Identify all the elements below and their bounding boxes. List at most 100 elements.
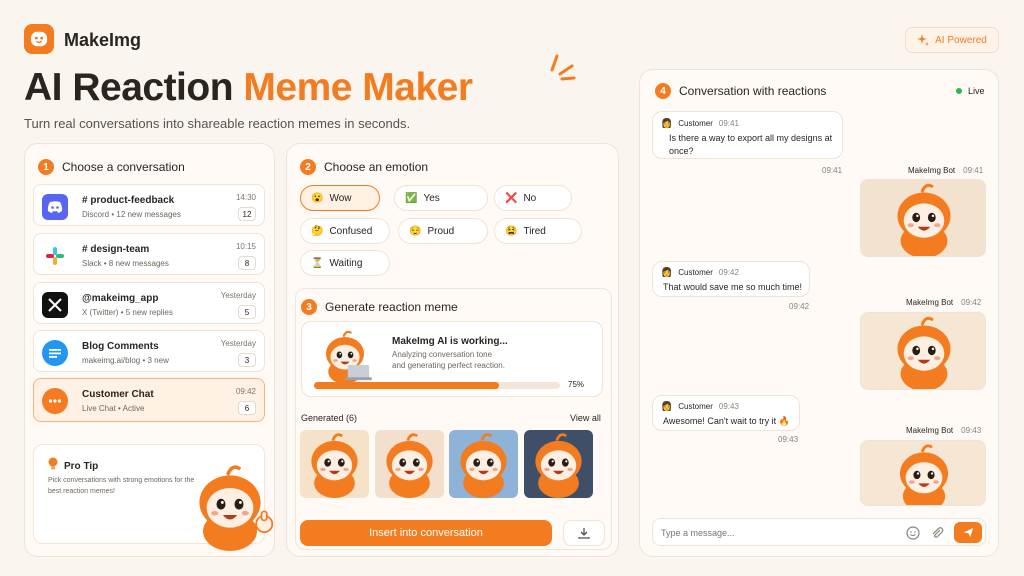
step4-heading: 4 Conversation with reactions <box>655 83 826 99</box>
conversation-meta: makeimg.ai/blog • 3 new <box>82 356 169 365</box>
conversation-count-badge: 8 <box>238 256 256 270</box>
emotion-proud[interactable]: 😌 Proud <box>398 218 488 244</box>
bot-meme-reaction-3[interactable] <box>860 440 986 506</box>
sender-name: Customer <box>678 402 713 411</box>
lightbulb-icon <box>48 457 58 476</box>
mascot-thumbs-meme <box>898 444 950 505</box>
generate-section: 3 Generate reaction meme MakeImg AI is w… <box>295 288 612 550</box>
hourglass-emoji-icon: ⏳ <box>311 257 324 269</box>
live-status: Live <box>956 86 985 96</box>
ai-powered-label: AI Powered <box>935 34 987 46</box>
emoji-icon[interactable] <box>906 526 920 545</box>
step4-title: Conversation with reactions <box>679 84 827 98</box>
mascot-wow-meme <box>895 183 953 256</box>
conversation-count-badge: 12 <box>238 207 256 221</box>
step3-title: Generate reaction meme <box>325 300 458 314</box>
pro-tip-heading: Pro Tip <box>48 457 98 476</box>
tired-emoji-icon: 😫 <box>505 225 518 237</box>
step1-number: 1 <box>38 159 54 175</box>
bot-name: MakeImg Bot <box>906 426 954 435</box>
message-input-bar <box>652 518 986 546</box>
message-read-time: 09:43 <box>778 435 799 444</box>
conversation-item-blog-comments[interactable]: Blog Comments makeimg.ai/blog • 3 new Ye… <box>33 330 265 372</box>
message-header: 👩 Customer 09:42 <box>661 267 739 278</box>
emotion-wow[interactable]: 😮 Wow <box>300 185 380 211</box>
conversation-time: Yesterday <box>220 291 256 300</box>
bot-meme-reaction-1[interactable] <box>860 179 986 257</box>
insert-into-conversation-button[interactable]: Insert into conversation <box>300 520 552 546</box>
view-all-link[interactable]: View all <box>570 413 601 423</box>
step3-number: 3 <box>301 299 317 315</box>
brand-name: MakeImg <box>64 30 142 50</box>
conversation-time: 09:42 <box>235 387 256 396</box>
mascot-thumbs-up-illustration <box>185 456 274 556</box>
conversation-meta: Slack • 8 new messages <box>82 259 169 268</box>
bot-meme-reaction-2[interactable] <box>860 312 986 390</box>
step1-heading: 1 Choose a conversation <box>38 159 185 175</box>
generated-meme-2[interactable] <box>375 430 444 498</box>
app-logo <box>24 24 54 54</box>
customer-avatar-icon: 👩 <box>661 401 673 411</box>
conversation-meta: Discord • 12 new messages <box>82 210 181 219</box>
mascot-thumbnail <box>300 430 369 498</box>
conversation-time: 14:30 <box>235 193 256 202</box>
slack-icon <box>42 243 68 269</box>
conversation-name: @makeimg_app <box>82 293 159 304</box>
step2-title: Choose an emotion <box>324 160 429 174</box>
emotion-confused[interactable]: 🤔 Confused <box>300 218 390 244</box>
customer-message-3: 👩 Customer 09:43 Awesome! Can't wait to … <box>652 395 800 431</box>
emotion-yes[interactable]: ✅ Yes <box>394 185 488 211</box>
step2-heading: 2 Choose an emotion <box>300 159 428 175</box>
cross-emoji-icon: ❌ <box>505 192 518 204</box>
conversation-name: # product-feedback <box>82 195 175 206</box>
emotion-label: Tired <box>523 225 546 237</box>
conversation-name: # design-team <box>82 244 150 255</box>
page-title: AI Reaction Meme Maker <box>24 66 473 110</box>
conversation-count-badge: 6 <box>238 401 256 415</box>
conversation-name: Customer Chat <box>82 389 154 400</box>
mascot-happy-meme <box>895 316 953 389</box>
emotion-waiting[interactable]: ⏳ Waiting <box>300 250 390 276</box>
conversation-time: 10:15 <box>235 242 256 251</box>
generated-meme-1[interactable] <box>300 430 369 498</box>
bot-time: 09:43 <box>961 426 982 435</box>
message-time: 09:42 <box>718 268 739 277</box>
ai-working-line2: and generating perfect reaction. <box>392 361 505 370</box>
page-subtitle: Turn real conversations into shareable r… <box>24 116 411 131</box>
paperclip-icon[interactable] <box>930 526 944 545</box>
check-emoji-icon: ✅ <box>405 192 418 204</box>
message-read-time: 09:42 <box>789 302 810 311</box>
message-text: Is there a way to export all my designs … <box>669 133 833 156</box>
bot-name: MakeImg Bot <box>908 166 956 175</box>
send-button[interactable] <box>954 522 982 543</box>
emotion-label: Waiting <box>329 257 363 269</box>
emotion-no[interactable]: ❌ No <box>494 185 572 211</box>
ai-powered-badge[interactable]: AI Powered <box>905 27 999 53</box>
conversation-item-product-feedback[interactable]: # product-feedback Discord • 12 new mess… <box>33 184 265 226</box>
generated-meme-3[interactable] <box>449 430 518 498</box>
chat-icon <box>42 388 68 414</box>
sparkle-icon <box>917 34 930 46</box>
send-icon <box>963 527 973 538</box>
generated-meme-4[interactable] <box>524 430 593 498</box>
message-text: That would save me so much time! <box>663 282 803 292</box>
message-read-time: 09:41 <box>822 166 843 175</box>
customer-message-2: 👩 Customer 09:42 That would save me so m… <box>652 261 810 297</box>
conversation-item-design-team[interactable]: # design-team Slack • 8 new messages 10:… <box>33 233 265 275</box>
emotion-label: Proud <box>427 225 455 237</box>
download-button[interactable] <box>563 520 605 546</box>
wow-emoji-icon: 😮 <box>311 192 324 204</box>
message-header: 👩 Customer 09:43 <box>661 401 739 412</box>
pro-tip-title: Pro Tip <box>64 461 99 472</box>
conversation-item-makeimg-app[interactable]: @makeimg_app X (Twitter) • 5 new replies… <box>33 282 265 324</box>
emotion-label: No <box>523 192 537 204</box>
logo-face-icon <box>30 31 48 47</box>
conversation-count-badge: 5 <box>238 305 256 319</box>
comment-icon <box>42 340 68 366</box>
emotion-tired[interactable]: 😫 Tired <box>494 218 582 244</box>
message-text: Awesome! Can't wait to try it 🔥 <box>663 416 790 426</box>
x-twitter-icon <box>42 292 68 318</box>
conversation-item-customer-chat[interactable]: Customer Chat Live Chat • Active 09:42 6 <box>33 378 265 422</box>
sender-name: Customer <box>678 268 713 277</box>
message-input[interactable] <box>661 525 891 541</box>
